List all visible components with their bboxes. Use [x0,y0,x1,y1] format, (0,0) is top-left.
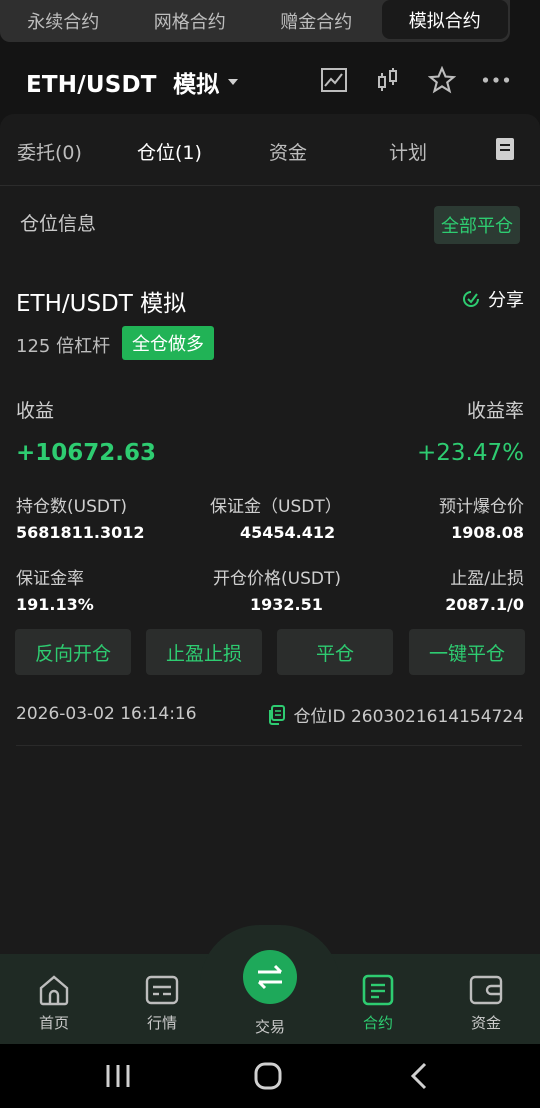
nav-assets[interactable]: 资金 [446,974,526,1033]
stat-value: 5681811.3012 [16,523,145,542]
roi-label: 收益率 [466,400,524,422]
nav-label: 行情 [146,1014,177,1032]
stat-label: 预计爆仓价 [439,497,524,517]
side-badge: 全仓做多 [122,326,214,360]
nav-home[interactable]: 首页 [14,974,94,1033]
nav-trade-button[interactable] [243,950,297,1004]
home-icon [39,975,69,1006]
nav-label: 资金 [470,1014,501,1032]
position-id[interactable]: 仓位ID 2603021614154724 [267,702,524,727]
document-icon[interactable] [496,138,514,160]
close-all-button[interactable]: 全部平仓 [434,206,520,244]
tp-sl-button[interactable]: 止盈止损 [146,629,262,675]
contract-type-tabs: 永续合约 网格合约 赠金合约 模拟合约 [0,0,510,42]
section-title: 仓位信息 [20,213,97,235]
back-icon[interactable] [410,1062,428,1090]
pair-mode: 模拟 [173,72,220,98]
recent-apps-icon[interactable] [104,1062,132,1090]
copy-icon[interactable] [267,704,286,725]
pnl-label: 收益 [16,400,55,422]
tab-perpetual[interactable]: 永续合约 [0,0,127,42]
position-title: ETH/USDT 模拟 [16,291,187,317]
stat-value: 2087.1/0 [445,595,524,614]
swap-icon [257,964,283,990]
candlestick-icon[interactable] [374,66,402,94]
pair-name: ETH/USDT [26,72,157,98]
tab-bonus[interactable]: 赠金合约 [253,0,380,42]
chevron-down-icon[interactable] [227,79,238,85]
share-icon [463,291,479,307]
contract-icon [362,974,394,1006]
positions-panel: 委托(0) 仓位(1) 资金 计划 仓位信息 全部平仓 ETH/USDT 模拟 … [0,114,540,974]
header: ETH/USDT 模拟 [0,54,540,110]
stat-label: 开仓价格(USDT) [213,569,341,589]
wallet-icon [469,975,503,1005]
stat-value: 1932.51 [250,595,323,614]
nav-label[interactable]: 交易 [230,1016,310,1037]
pair-selector[interactable]: ETH/USDT 模拟 [26,65,220,99]
stat-value: 45454.412 [240,523,336,542]
tab-orders[interactable]: 委托(0) [17,138,82,165]
stat-value: 1908.08 [451,523,524,542]
close-position-button[interactable]: 平仓 [277,629,393,675]
more-icon[interactable] [482,66,510,94]
order-tabs: 委托(0) 仓位(1) 资金 计划 [0,114,540,186]
tab-funds[interactable]: 资金 [269,138,307,165]
stat-label: 保证金率 [16,569,84,589]
one-click-close-button[interactable]: 一键平仓 [409,629,525,675]
stat-label: 止盈/止损 [450,569,524,589]
open-time: 2026-03-02 16:14:16 [16,704,197,724]
leverage: 125 倍杠杆 [16,336,111,357]
roi-value: +23.47% [417,440,524,466]
stat-value: 191.13% [16,595,94,614]
chart-icon[interactable] [320,66,348,94]
position-id-text: 仓位ID 2603021614154724 [293,707,524,727]
tab-positions[interactable]: 仓位(1) [137,138,202,165]
nav-label: 合约 [362,1014,393,1032]
nav-label: 首页 [38,1014,69,1032]
stat-label: 持仓数(USDT) [16,497,127,517]
tab-plans[interactable]: 计划 [389,138,427,165]
tab-simulated[interactable]: 模拟合约 [381,0,508,39]
share-button[interactable]: 分享 [462,286,524,312]
divider [16,745,522,746]
star-icon[interactable] [428,66,456,94]
pnl-value: +10672.63 [16,440,157,466]
share-label: 分享 [488,290,524,311]
market-icon [145,975,179,1005]
stat-label: 保证金（USDT） [210,497,342,517]
nav-market[interactable]: 行情 [122,974,202,1033]
tab-grid[interactable]: 网格合约 [127,0,254,42]
reverse-open-button[interactable]: 反向开仓 [15,629,131,675]
nav-contract[interactable]: 合约 [338,974,418,1033]
home-button-icon[interactable] [254,1062,282,1090]
